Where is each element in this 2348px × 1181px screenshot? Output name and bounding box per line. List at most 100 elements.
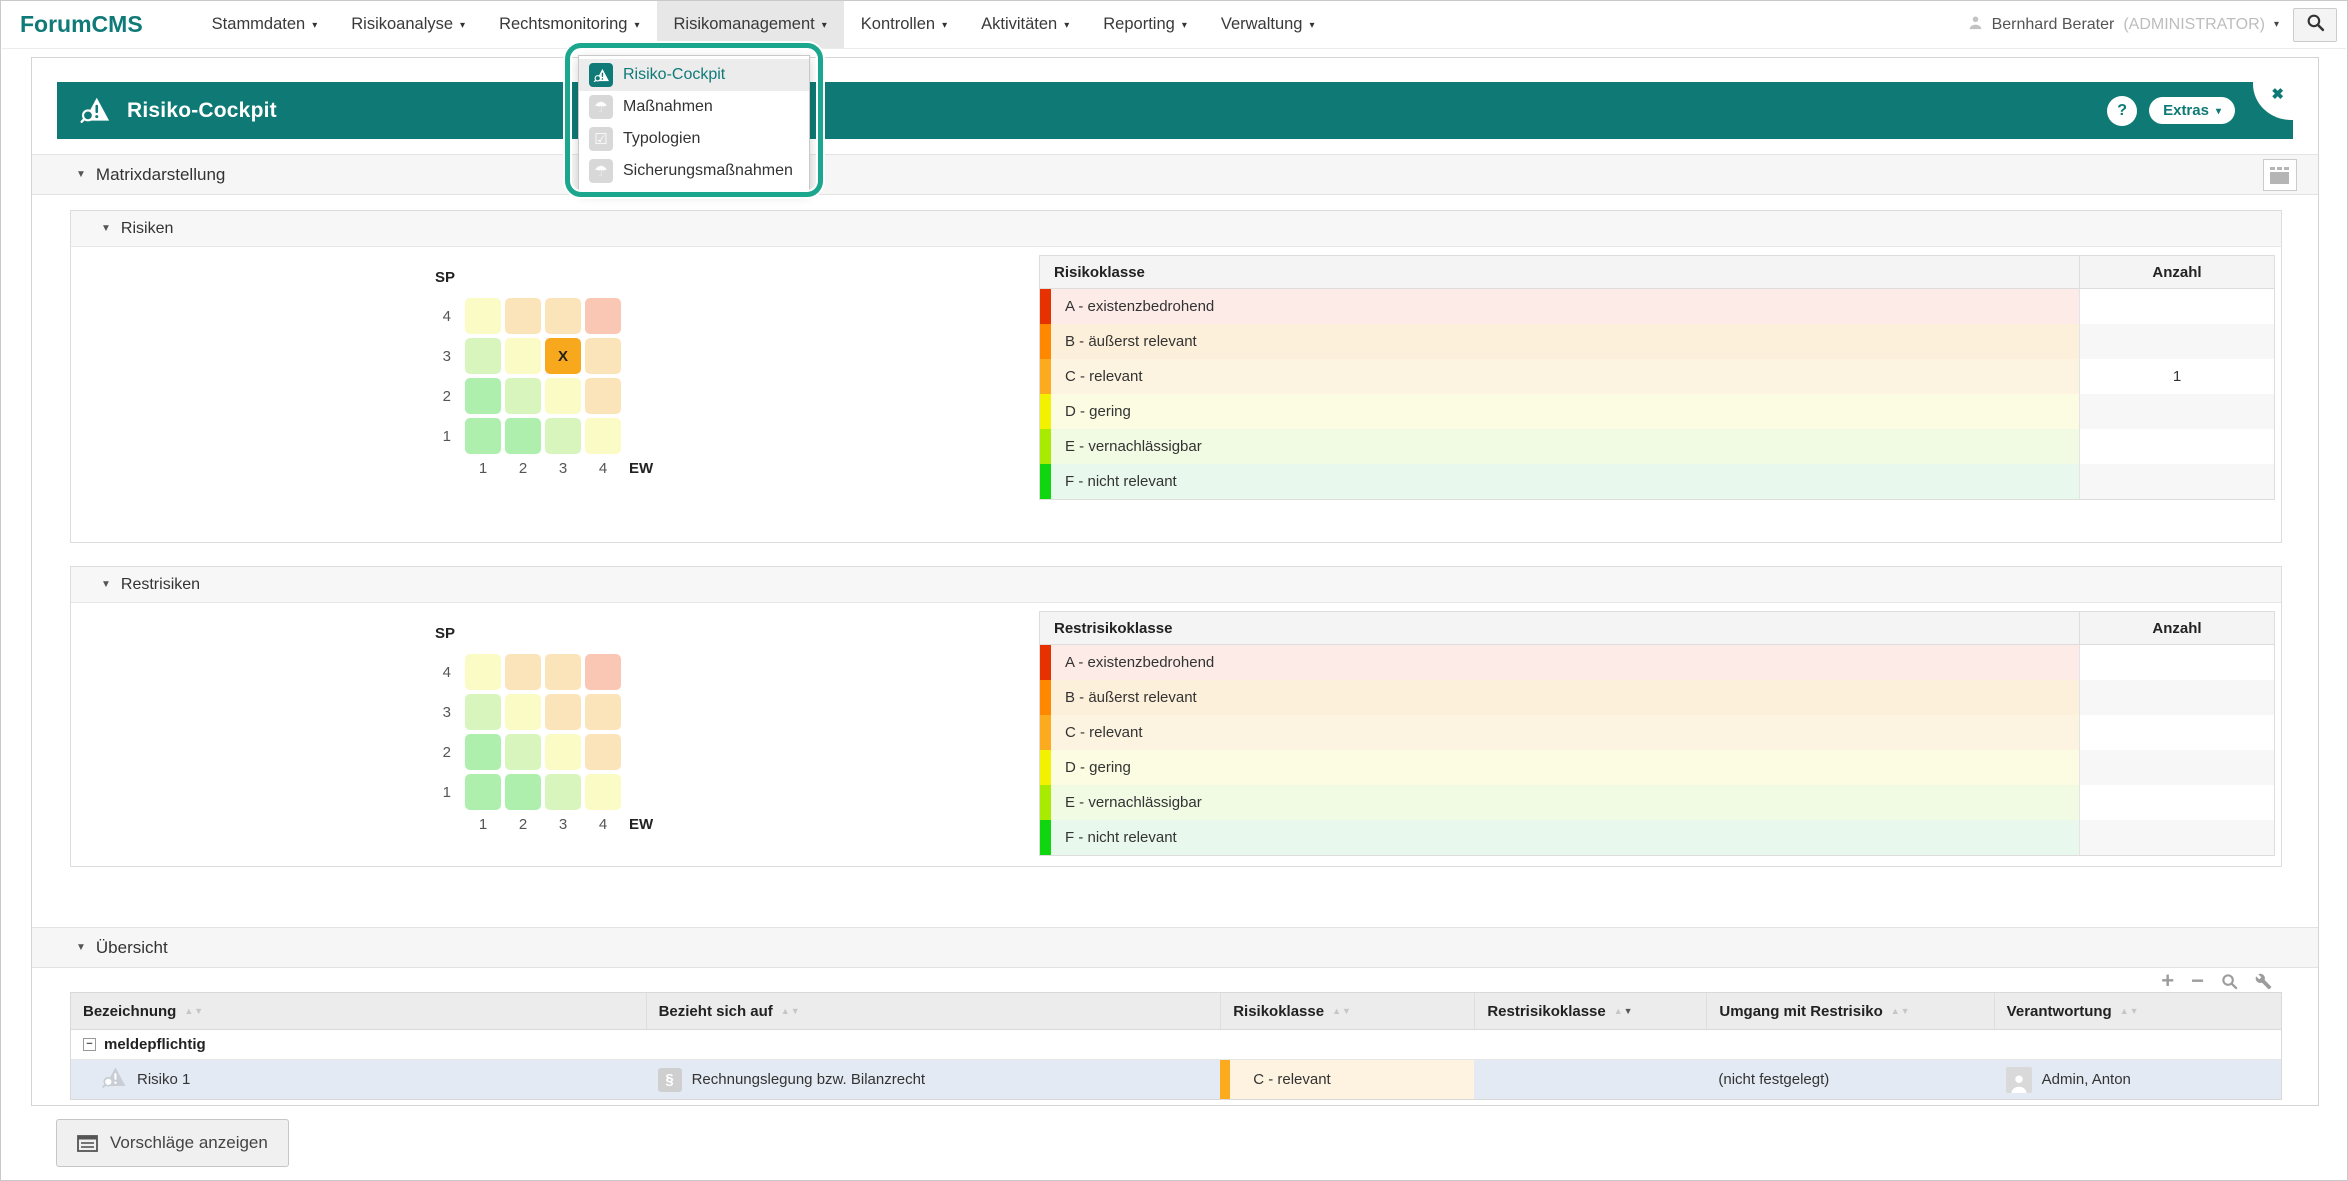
class-row-b[interactable]: B - äußerst relevant <box>1040 680 2274 715</box>
matrix-cell[interactable] <box>505 654 541 690</box>
nav-item-risikomanagement[interactable]: Risikomanagement▾ <box>657 1 844 48</box>
nav-item-reporting[interactable]: Reporting▾ <box>1086 1 1204 48</box>
matrix-cell[interactable] <box>585 338 621 374</box>
menu-item-typologien[interactable]: ☑Typologien <box>579 123 809 155</box>
sort-icons[interactable]: ▲▼ <box>781 1006 801 1016</box>
menu-item-ma-nahmen[interactable]: ☂Maßnahmen <box>579 91 809 123</box>
settings-button[interactable] <box>2255 973 2272 990</box>
column-header-bezeichnung[interactable]: Bezeichnung▲▼ <box>71 993 646 1029</box>
app-logo[interactable]: ForumCMS <box>20 11 143 38</box>
app-window: { "nav": { "brand": "ForumCMS", "items":… <box>0 0 2348 1181</box>
search-button[interactable] <box>2293 8 2337 42</box>
matrix-cell[interactable] <box>505 694 541 730</box>
column-header[interactable]: Anzahl <box>2079 612 2274 644</box>
matrix-cell[interactable] <box>585 418 621 454</box>
matrix-cell[interactable] <box>545 774 581 810</box>
class-row-f[interactable]: F - nicht relevant <box>1040 820 2274 855</box>
class-row-c[interactable]: C - relevant1 <box>1040 359 2274 394</box>
collapse-all-button[interactable]: − <box>2191 970 2204 992</box>
extras-button[interactable]: Extras ▾ <box>2149 97 2235 124</box>
matrix-row-label: 4 <box>433 664 465 681</box>
matrix-cell-marker[interactable]: X <box>545 338 581 374</box>
matrix-cell[interactable] <box>465 774 501 810</box>
matrix-cell[interactable] <box>545 298 581 334</box>
matrix-cell[interactable] <box>585 694 621 730</box>
section-uebersicht[interactable]: ▼ Übersicht <box>32 927 2318 968</box>
matrix-cell[interactable] <box>585 734 621 770</box>
sort-icons[interactable]: ▲▼ <box>184 1006 204 1016</box>
matrix-cell[interactable] <box>545 694 581 730</box>
class-row-b[interactable]: B - äußerst relevant <box>1040 324 2274 359</box>
search-table-button[interactable] <box>2221 973 2238 990</box>
nav-item-verwaltung[interactable]: Verwaltung▾ <box>1204 1 1332 48</box>
user-menu[interactable]: Bernhard Berater (ADMINISTRATOR) ▾ <box>1968 15 2279 35</box>
class-label: B - äußerst relevant <box>1051 680 2079 715</box>
matrix-cell[interactable] <box>465 378 501 414</box>
help-button[interactable]: ? <box>2107 96 2137 126</box>
matrix-cell[interactable] <box>505 338 541 374</box>
matrix-cell[interactable] <box>585 774 621 810</box>
class-row-e[interactable]: E - vernachlässigbar <box>1040 429 2274 464</box>
page-title: Risiko-Cockpit <box>127 99 277 123</box>
show-suggestions-button[interactable]: Vorschläge anzeigen <box>56 1119 289 1167</box>
matrix-cell[interactable] <box>545 378 581 414</box>
close-panel-button[interactable]: ✖ <box>2253 82 2293 120</box>
matrix-cell[interactable] <box>465 418 501 454</box>
column-header[interactable]: Restrisikoklasse <box>1040 612 2079 644</box>
matrix-cell[interactable] <box>505 298 541 334</box>
class-row-f[interactable]: F - nicht relevant <box>1040 464 2274 499</box>
column-header-verantwortung[interactable]: Verantwortung▲▼ <box>1994 993 2281 1029</box>
class-color-swatch <box>1040 324 1051 359</box>
column-header-bezieht-sich-auf[interactable]: Bezieht sich auf▲▼ <box>646 993 1221 1029</box>
risk-class-swatch <box>1220 1060 1230 1099</box>
nav-item-kontrollen[interactable]: Kontrollen▾ <box>844 1 964 48</box>
group-row-meldepflichtig[interactable]: − meldepflichtig <box>71 1030 2281 1060</box>
matrix-cell[interactable] <box>585 654 621 690</box>
matrix-cell[interactable] <box>465 654 501 690</box>
matrix-cell[interactable] <box>585 298 621 334</box>
sort-icons[interactable]: ▲▼ <box>2120 1006 2140 1016</box>
matrix-cell[interactable] <box>465 694 501 730</box>
class-color-swatch <box>1040 645 1051 680</box>
class-row-a[interactable]: A - existenzbedrohend <box>1040 645 2274 680</box>
matrix-cell[interactable] <box>465 338 501 374</box>
search-icon <box>2221 973 2238 990</box>
sort-icons[interactable]: ▲▼ <box>1614 1006 1634 1016</box>
nav-item-stammdaten[interactable]: Stammdaten▾ <box>195 1 335 48</box>
menu-item-sicherungsma-nahmen[interactable]: ☂Sicherungsmaßnahmen <box>579 155 809 187</box>
collapse-group-icon[interactable]: − <box>83 1038 96 1051</box>
panel-restrisiken-header[interactable]: ▼ Restrisiken <box>71 567 2281 603</box>
class-row-c[interactable]: C - relevant <box>1040 715 2274 750</box>
column-header-risikoklasse[interactable]: Risikoklasse▲▼ <box>1220 993 1474 1029</box>
class-row-e[interactable]: E - vernachlässigbar <box>1040 785 2274 820</box>
matrix-cell[interactable] <box>545 734 581 770</box>
nav-item-aktivit-ten[interactable]: Aktivitäten▾ <box>964 1 1086 48</box>
matrix-cell[interactable] <box>465 734 501 770</box>
column-header-restrisikoklasse[interactable]: Restrisikoklasse▲▼ <box>1474 993 1706 1029</box>
matrix-cell[interactable] <box>465 298 501 334</box>
matrix-cell[interactable] <box>585 378 621 414</box>
class-row-d[interactable]: D - gering <box>1040 394 2274 429</box>
matrix-cell[interactable] <box>505 774 541 810</box>
matrix-cell[interactable] <box>545 418 581 454</box>
table-row[interactable]: Risiko 1 § Rechnungslegung bzw. Bilanzre… <box>71 1060 2281 1099</box>
matrix-cell[interactable] <box>505 418 541 454</box>
matrix-cell[interactable] <box>505 734 541 770</box>
table-view-button[interactable] <box>2263 159 2297 191</box>
matrix-cell[interactable] <box>505 378 541 414</box>
class-row-a[interactable]: A - existenzbedrohend <box>1040 289 2274 324</box>
sort-icons[interactable]: ▲▼ <box>1332 1006 1352 1016</box>
column-header-umgang-mit-restrisiko[interactable]: Umgang mit Restrisiko▲▼ <box>1706 993 1993 1029</box>
menu-item-risiko-cockpit[interactable]: Risiko-Cockpit <box>579 59 809 91</box>
column-header[interactable]: Anzahl <box>2079 256 2274 288</box>
expand-all-button[interactable]: + <box>2161 970 2174 992</box>
sort-icons[interactable]: ▲▼ <box>1891 1006 1911 1016</box>
panel-risiken-header[interactable]: ▼ Risiken <box>71 211 2281 247</box>
column-header[interactable]: Risikoklasse <box>1040 256 2079 288</box>
nav-item-risikoanalyse[interactable]: Risikoanalyse▾ <box>334 1 482 48</box>
nav-item-rechtsmonitoring[interactable]: Rechtsmonitoring▾ <box>482 1 656 48</box>
matrix-cell[interactable] <box>545 654 581 690</box>
class-row-d[interactable]: D - gering <box>1040 750 2274 785</box>
section-matrixdarstellung[interactable]: ▼ Matrixdarstellung <box>32 154 2318 195</box>
matrix-row-label: 1 <box>433 428 465 445</box>
